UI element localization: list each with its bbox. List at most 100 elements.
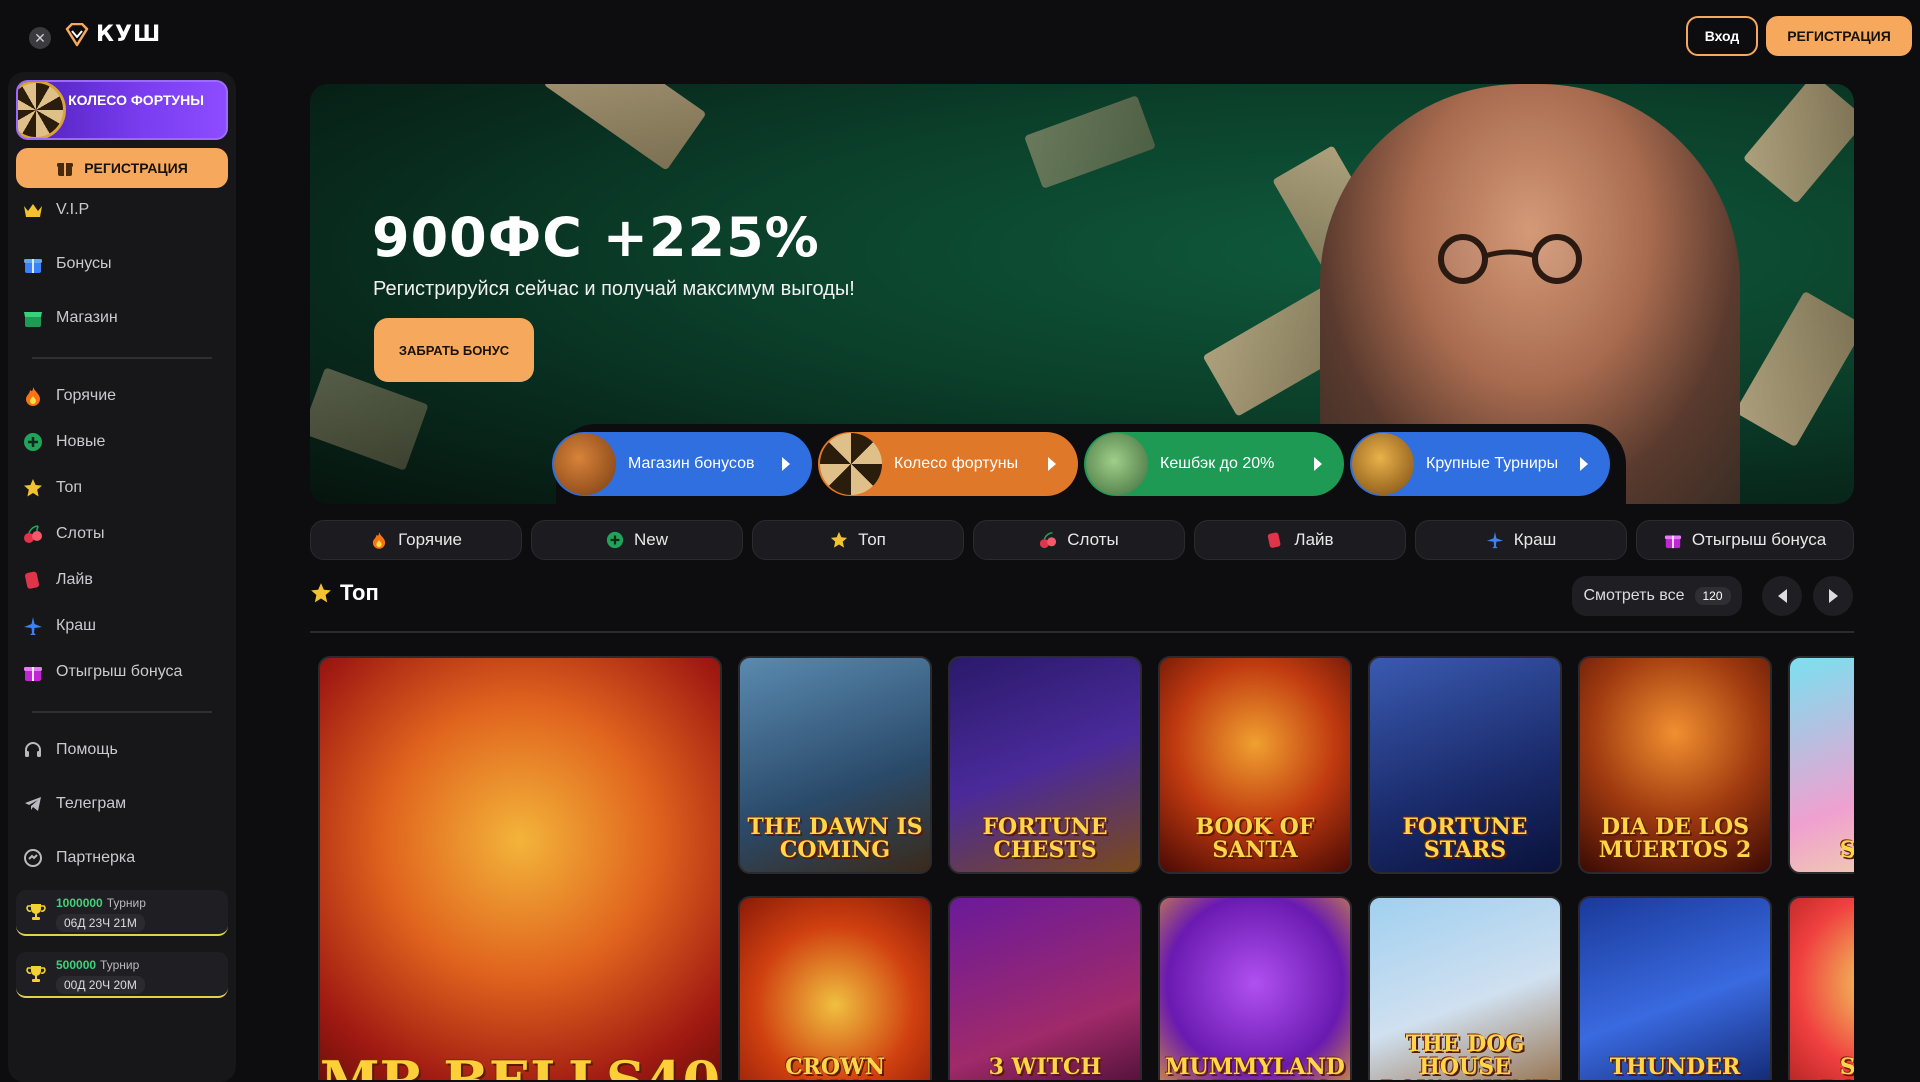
game-tile[interactable]: DIA DE LOS MUERTOS 2 [1578, 656, 1772, 874]
quick-link-wheel[interactable]: Колесо фортуны [818, 432, 1078, 496]
see-all-button[interactable]: Смотреть все 120 [1572, 576, 1742, 616]
category-pill-slots[interactable]: Слоты [973, 520, 1185, 560]
sidebar-item-label: Партнерка [56, 849, 136, 866]
game-tile[interactable]: SWEET [1788, 656, 1854, 874]
category-label: Отыгрыш бонуса [1691, 530, 1827, 549]
game-title: THUNDER CROWN [1609, 1053, 1741, 1080]
banknote-image [310, 367, 429, 471]
banknote-image [1024, 95, 1156, 189]
sidebar-item-bonus-wager[interactable]: Отыгрыш бонуса [22, 658, 182, 686]
tournament-card[interactable]: 500000 Турнир 00Д 20Ч 20М [16, 952, 228, 998]
sidebar-divider [32, 711, 212, 713]
fire-icon [370, 531, 388, 549]
game-title: THE DAWN IS COMING [747, 813, 923, 863]
game-tile[interactable]: FORTUNE STARS [1368, 656, 1562, 874]
tournament-timer: 00Д 20Ч 20М [56, 976, 145, 994]
game-tile[interactable]: 3 WITCH POTS [948, 896, 1142, 1080]
sidebar-item-crash[interactable]: Краш [22, 612, 96, 640]
game-tile[interactable]: THUNDER CROWN [1578, 896, 1772, 1080]
sidebar-item-label: Топ [56, 479, 83, 496]
quick-link-label: Магазин бонусов [628, 455, 755, 472]
gift-icon [22, 661, 44, 683]
cherry-icon [1039, 531, 1057, 549]
plus-circle-icon [606, 531, 624, 549]
category-pill-new[interactable]: New [531, 520, 743, 560]
fire-icon [22, 385, 44, 407]
sidebar-item-bonuses[interactable]: Бонусы [22, 250, 112, 278]
close-icon[interactable]: ✕ [29, 27, 51, 49]
quick-link-cashback[interactable]: Кешбэк до 20% [1084, 432, 1344, 496]
category-pill-top[interactable]: Топ [752, 520, 964, 560]
category-pill-live[interactable]: Лайв [1194, 520, 1406, 560]
register-button[interactable]: РЕГИСТРАЦИЯ [1766, 16, 1912, 56]
trophy-icon [26, 904, 46, 920]
live-icon [1266, 531, 1284, 549]
category-label: Горячие [398, 530, 462, 549]
game-title: CROWN COINS [785, 1053, 885, 1080]
category-pill-crash[interactable]: Краш [1415, 520, 1627, 560]
wheel-card-label: КОЛЕСО ФОРТУНЫ [68, 92, 204, 108]
game-tile[interactable]: SWEET BONANZA [1788, 896, 1854, 1080]
sidebar-item-new[interactable]: Новые [22, 428, 105, 456]
sidebar-item-live[interactable]: Лайв [22, 566, 93, 594]
sidebar-item-top[interactable]: Топ [22, 474, 82, 502]
category-label: New [633, 530, 668, 549]
sidebar-item-shop[interactable]: Магазин [22, 304, 118, 332]
category-pill-hot[interactable]: Горячие [310, 520, 522, 560]
logo-text: КУШ [96, 22, 162, 47]
arrow-right-icon [1580, 457, 1588, 471]
quick-link-tournaments[interactable]: Крупные Турниры [1350, 432, 1610, 496]
sidebar-item-partner[interactable]: Партнерка [22, 844, 135, 872]
telegram-icon [22, 793, 44, 815]
top-header: ✕ КУШ Вход РЕГИСТРАЦИЯ [0, 0, 1920, 72]
sidebar-item-label: Магазин [56, 309, 118, 326]
game-tile[interactable]: MUMMYLAND TREASURES [1158, 896, 1352, 1080]
game-tile[interactable]: CROWN COINS [738, 896, 932, 1080]
arrow-left-icon [1777, 589, 1787, 603]
game-tile[interactable]: THE DAWN IS COMING [738, 656, 932, 874]
game-tile[interactable]: FORTUNE CHESTS [948, 656, 1142, 874]
sidebar-item-label: V.I.P [56, 201, 90, 218]
game-tile[interactable]: Book of Santa [1158, 656, 1352, 874]
sidebar-item-label: Бонусы [56, 255, 112, 272]
game-title: SWEET BONANZA [1790, 1055, 1854, 1080]
quick-link-bonus-shop[interactable]: Магазин бонусов [552, 432, 812, 496]
logo[interactable]: КУШ [64, 22, 161, 47]
sidebar-item-label: Отыгрыш бонуса [56, 663, 183, 680]
hero-banner[interactable]: 900ФС +225% Регистрируйся сейчас и получ… [310, 84, 1854, 504]
game-title: 3 WITCH POTS [988, 1053, 1102, 1080]
sidebar-item-vip[interactable]: V.I.P [22, 196, 89, 224]
sidebar-item-telegram[interactable]: Телеграм [22, 790, 126, 818]
sidebar-register-button[interactable]: РЕГИСТРАЦИЯ [16, 148, 228, 188]
wheel-of-fortune-card[interactable]: КОЛЕСО ФОРТУНЫ [16, 80, 228, 140]
arrow-right-icon [1828, 589, 1838, 603]
tournament-card[interactable]: 1000000 Турнир 06Д 23Ч 21М [16, 890, 228, 936]
quick-link-label: Крупные Турниры [1426, 455, 1559, 472]
carousel-next-button[interactable] [1813, 576, 1853, 616]
partner-icon [22, 847, 44, 869]
carousel-prev-button[interactable] [1762, 576, 1802, 616]
category-pill-bonus-wager[interactable]: Отыгрыш бонуса [1636, 520, 1854, 560]
gift-icon [1664, 531, 1682, 549]
game-count-badge: 120 [1694, 587, 1731, 605]
sidebar-register-label: РЕГИСТРАЦИЯ [84, 160, 188, 176]
category-label: Слоты [1067, 530, 1119, 549]
headset-icon [22, 739, 44, 761]
login-button[interactable]: Вход [1686, 16, 1758, 56]
game-title: DIA DE LOS MUERTOS 2 [1598, 813, 1752, 863]
game-tile[interactable]: THE DOG HOUSE ROYAL HUNT [1368, 896, 1562, 1080]
treasure-chest-icon [554, 433, 616, 495]
sidebar-item-help[interactable]: Помощь [22, 736, 118, 764]
star-icon [830, 531, 848, 549]
game-tile[interactable]: MR.BELLS40 [318, 656, 722, 1080]
arrow-right-icon [782, 457, 790, 471]
banknote-image [1734, 290, 1854, 448]
sidebar: КОЛЕСО ФОРТУНЫ РЕГИСТРАЦИЯ V.I.P Бонусы … [8, 72, 236, 1082]
category-label: Топ [858, 530, 886, 549]
game-title: THE DOG HOUSE ROYAL HUNT [1381, 1030, 1549, 1080]
trophy-icon [26, 966, 46, 982]
sidebar-item-hot[interactable]: Горячие [22, 382, 116, 410]
sidebar-item-slots[interactable]: Слоты [22, 520, 104, 548]
claim-bonus-button[interactable]: ЗАБРАТЬ БОНУС [374, 318, 534, 382]
category-label: Лайв [1294, 530, 1334, 549]
